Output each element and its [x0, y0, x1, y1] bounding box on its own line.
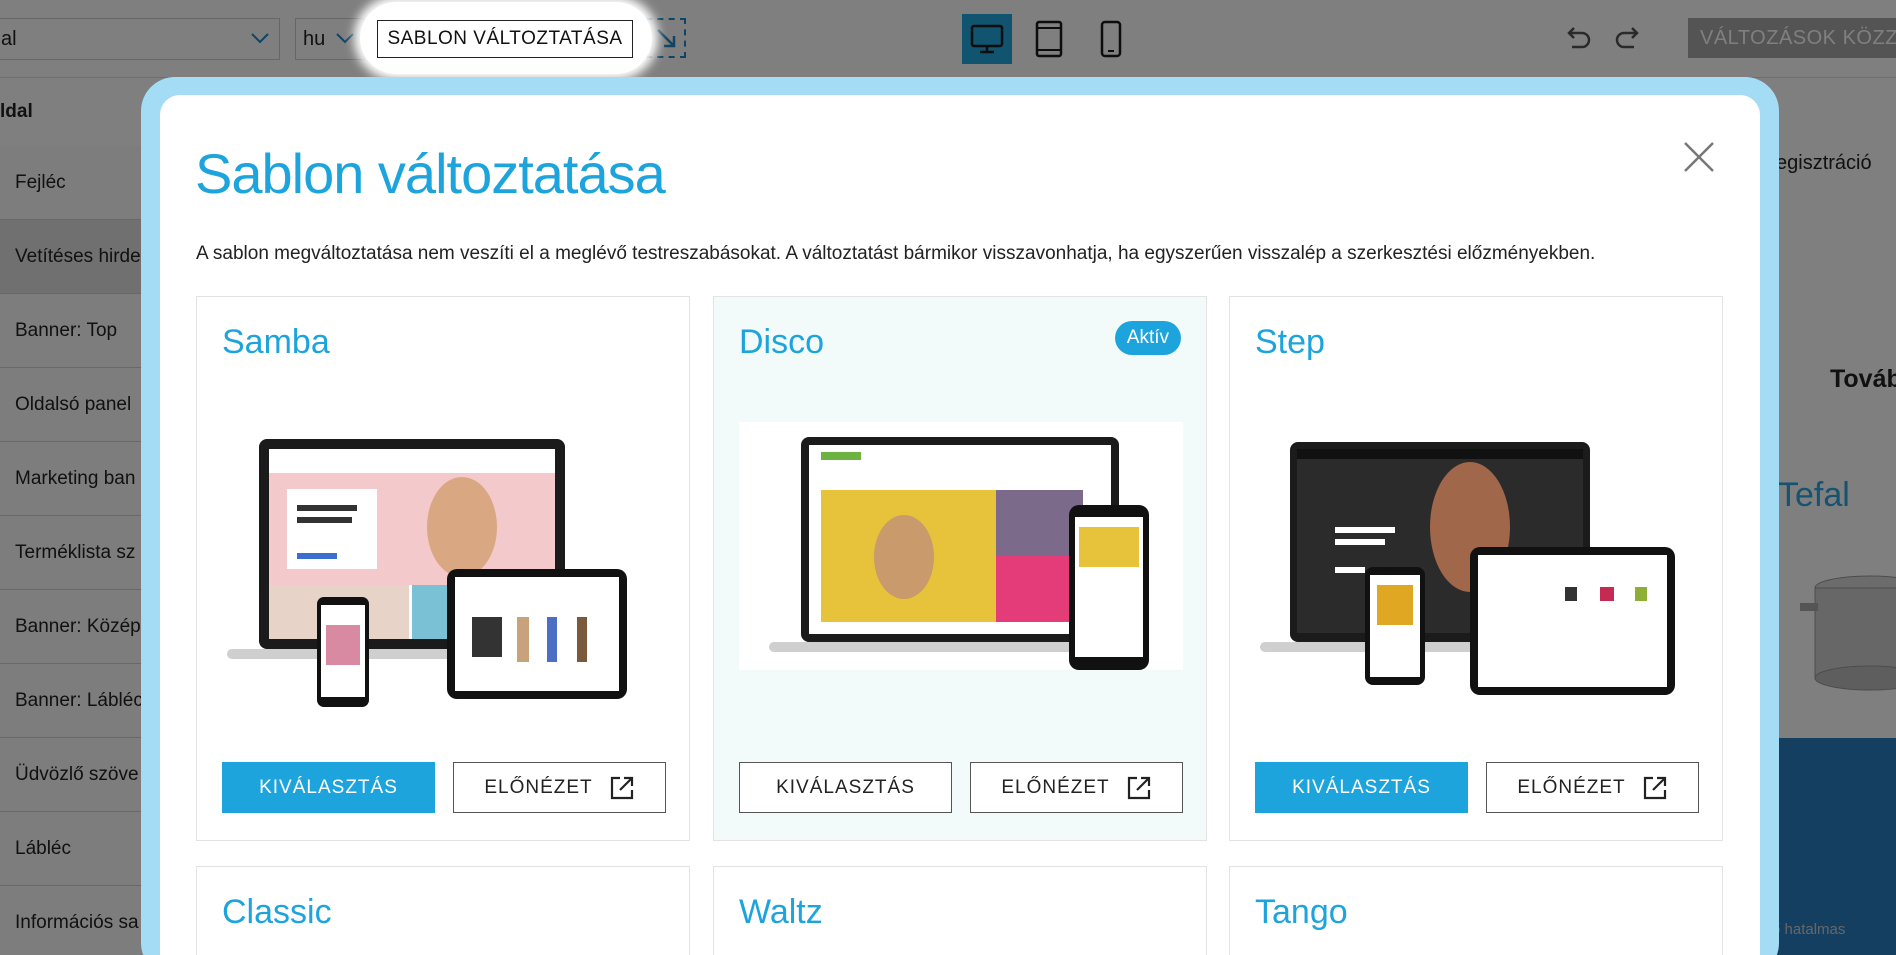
active-badge: Aktív	[1114, 321, 1181, 355]
template-preview-image	[227, 439, 627, 707]
preview-label: ELŐNÉZET	[1001, 776, 1110, 798]
external-link-icon	[1127, 776, 1150, 799]
preview-template-button[interactable]: ELŐNÉZET	[970, 762, 1183, 813]
preview-label: ELŐNÉZET	[1517, 776, 1626, 798]
change-template-button[interactable]: SABLON VÁLTOZTATÁSA	[377, 20, 633, 58]
preview-template-button[interactable]: ELŐNÉZET	[1486, 762, 1699, 813]
template-change-modal: Sablon változtatása A sablon megváltozta…	[160, 95, 1760, 955]
template-card-classic: Classic	[196, 866, 690, 955]
template-card-waltz: Waltz	[713, 866, 1207, 955]
template-name: Waltz	[739, 893, 823, 931]
template-card-samba: Samba KIVÁLASZTÁS ELŐNÉZET	[196, 296, 690, 841]
close-icon[interactable]	[1682, 140, 1716, 174]
preview-label: ELŐNÉZET	[484, 776, 593, 798]
template-preview-image	[1260, 442, 1675, 695]
preview-template-button[interactable]: ELŐNÉZET	[453, 762, 666, 813]
select-template-button[interactable]: KIVÁLASZTÁS	[222, 762, 435, 813]
select-template-button[interactable]: KIVÁLASZTÁS	[739, 762, 952, 813]
template-name: Tango	[1255, 893, 1348, 931]
template-preview-image	[739, 422, 1183, 670]
select-template-button[interactable]: KIVÁLASZTÁS	[1255, 762, 1468, 813]
template-card-step: Step KIVÁLASZTÁS ELŐNÉZET	[1229, 296, 1723, 841]
template-name: Step	[1255, 323, 1325, 361]
template-card-disco: Disco Aktív KIVÁLASZTÁS ELŐNÉZET	[713, 296, 1207, 841]
modal-description: A sablon megváltoztatása nem veszíti el …	[196, 243, 1596, 264]
external-link-icon	[1643, 776, 1666, 799]
template-name: Classic	[222, 893, 332, 931]
template-name: Disco	[739, 323, 825, 361]
template-name: Samba	[222, 323, 330, 361]
modal-title: Sablon változtatása	[195, 142, 666, 205]
external-link-icon	[610, 776, 633, 799]
template-card-tango: Tango	[1229, 866, 1723, 955]
